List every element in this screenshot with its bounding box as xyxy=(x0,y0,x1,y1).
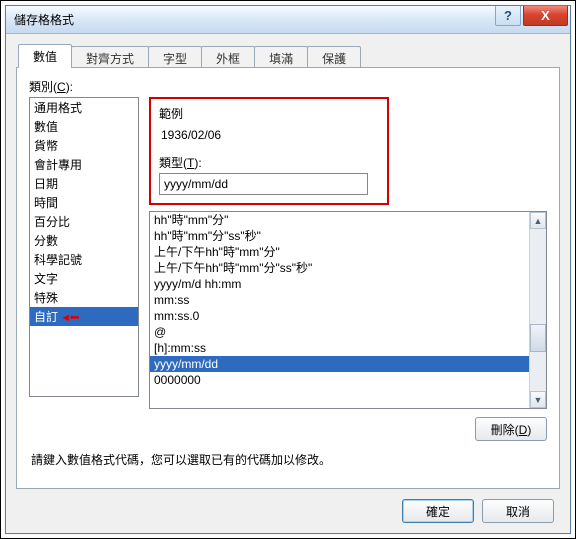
format-item[interactable]: mm:ss xyxy=(150,292,529,308)
scroll-track[interactable] xyxy=(530,229,546,391)
category-item[interactable]: 分數 xyxy=(30,231,138,250)
tab-border[interactable]: 外框 xyxy=(201,46,255,68)
category-item[interactable]: 特殊 xyxy=(30,288,138,307)
format-item[interactable]: 上午/下午hh"時"mm"分" xyxy=(150,244,529,260)
dialog-buttons: 確定 取消 xyxy=(16,489,560,527)
tab-font[interactable]: 字型 xyxy=(148,46,202,68)
type-input[interactable] xyxy=(159,173,368,195)
tab-strip: 數值 對齊方式 字型 外框 填滿 保護 xyxy=(16,44,560,68)
delete-button[interactable]: 刪除(D) xyxy=(475,417,547,441)
category-item[interactable]: 會計專用 xyxy=(30,155,138,174)
tab-number[interactable]: 數值 xyxy=(18,44,72,68)
hint-text: 請鍵入數值格式代碼，您可以選取已有的代碼加以修改。 xyxy=(29,445,547,476)
tab-fill[interactable]: 填滿 xyxy=(254,46,308,68)
client-area: 數值 對齊方式 字型 外框 填滿 保護 類別(C): 通用格式數值貨幣會計專用日… xyxy=(6,34,570,533)
format-item[interactable]: yyyy/mm/dd xyxy=(150,356,529,372)
ok-button[interactable]: 確定 xyxy=(402,499,474,523)
format-item[interactable]: hh"時"mm"分"ss"秒" xyxy=(150,228,529,244)
cancel-button[interactable]: 取消 xyxy=(482,499,554,523)
type-label: 類型(T): xyxy=(159,154,379,171)
close-button[interactable]: X xyxy=(523,6,568,26)
dialog-window: 儲存格格式 ? X 數值 對齊方式 字型 外框 填滿 保護 類別(C): 通用格… xyxy=(5,5,571,534)
help-button[interactable]: ? xyxy=(495,6,521,26)
category-item[interactable]: 科學記號 xyxy=(30,250,138,269)
category-item[interactable]: 數值 xyxy=(30,117,138,136)
format-item[interactable]: @ xyxy=(150,324,529,340)
format-listbox[interactable]: hh"時"mm"分"hh"時"mm"分"ss"秒"上午/下午hh"時"mm"分"… xyxy=(149,211,547,409)
format-item[interactable]: [h]:mm:ss xyxy=(150,340,529,356)
category-listbox[interactable]: 通用格式數值貨幣會計專用日期時間百分比分數科學記號文字特殊自訂 ◄••• xyxy=(29,97,139,397)
category-item[interactable]: 日期 xyxy=(30,174,138,193)
format-item[interactable]: 0000000 xyxy=(150,372,529,388)
category-item[interactable]: 文字 xyxy=(30,269,138,288)
arrow-left-icon: ◄••• xyxy=(58,312,79,324)
highlight-box: 範例 1936/02/06 類型(T): xyxy=(149,97,389,205)
scroll-up-button[interactable]: ▲ xyxy=(530,212,546,229)
titlebar: 儲存格格式 ? X xyxy=(6,6,570,34)
category-item[interactable]: 百分比 xyxy=(30,212,138,231)
window-title: 儲存格格式 xyxy=(14,11,568,28)
sample-label: 範例 xyxy=(159,105,379,122)
format-item[interactable]: mm:ss.0 xyxy=(150,308,529,324)
category-item[interactable]: 貨幣 xyxy=(30,136,138,155)
scroll-thumb[interactable] xyxy=(530,324,546,352)
category-label: 類別(C): xyxy=(29,78,547,95)
category-item[interactable]: 時間 xyxy=(30,193,138,212)
tab-protection[interactable]: 保護 xyxy=(307,46,361,68)
format-item[interactable]: 上午/下午hh"時"mm"分"ss"秒" xyxy=(150,260,529,276)
tab-panel: 類別(C): 通用格式數值貨幣會計專用日期時間百分比分數科學記號文字特殊自訂 ◄… xyxy=(16,67,560,489)
sample-value: 1936/02/06 xyxy=(159,128,379,142)
scroll-down-button[interactable]: ▼ xyxy=(530,391,546,408)
category-item[interactable]: 通用格式 xyxy=(30,98,138,117)
format-item[interactable]: hh"時"mm"分" xyxy=(150,212,529,228)
category-item[interactable]: 自訂 ◄••• xyxy=(30,307,138,326)
scrollbar-vertical[interactable]: ▲ ▼ xyxy=(529,212,546,408)
tab-alignment[interactable]: 對齊方式 xyxy=(71,46,149,68)
format-item[interactable]: yyyy/m/d hh:mm xyxy=(150,276,529,292)
